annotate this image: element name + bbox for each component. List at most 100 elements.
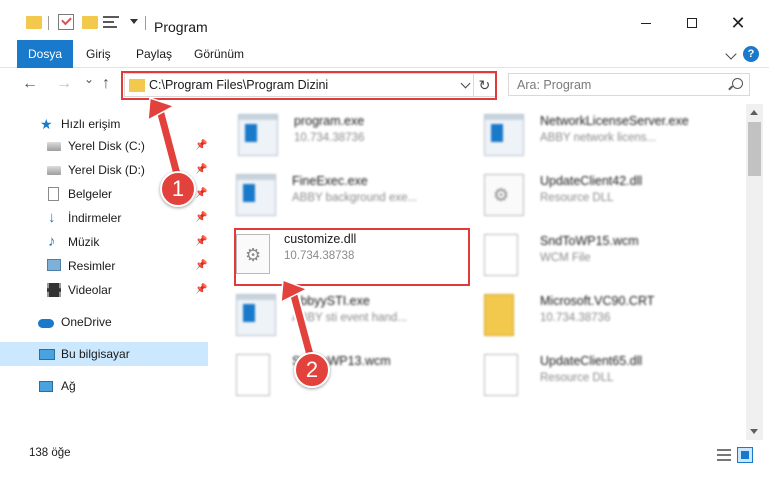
scroll-down-icon[interactable] — [750, 429, 758, 434]
file-detail: Resource DLL — [540, 372, 614, 384]
music-icon: ♪ — [48, 233, 56, 250]
sidebar-item-label: Hızlı erişim — [61, 117, 121, 131]
vertical-scrollbar[interactable] — [746, 104, 763, 440]
forward-arrow-icon[interactable]: → — [56, 75, 72, 93]
status-bar: 138 öğe — [0, 440, 769, 477]
file-item[interactable]: AbbyySTI.exe ABBY sti event hand... — [236, 288, 486, 344]
window-title: Program — [154, 19, 208, 35]
recent-locations-icon[interactable]: ⌄ — [84, 72, 94, 86]
documents-icon — [48, 187, 59, 201]
star-icon: ★ — [40, 116, 53, 132]
address-highlight-box — [121, 71, 497, 100]
help-icon[interactable]: ? — [743, 46, 759, 62]
file-item[interactable]: FineExec.exe ABBY background exe... — [236, 168, 486, 224]
videos-icon — [47, 283, 61, 297]
file-name: FineExec.exe — [292, 174, 368, 188]
sidebar-item-network[interactable]: Ağ — [0, 374, 208, 398]
file-item[interactable]: SndToWP13.wcm — [236, 348, 486, 404]
minimize-button[interactable] — [623, 8, 669, 38]
close-icon: ✕ — [730, 12, 746, 33]
sidebar-item-pictures[interactable]: Resimler 📌 — [0, 254, 208, 278]
file-detail: ABBY network licens... — [540, 132, 657, 144]
dll-file-icon — [484, 174, 524, 216]
file-name: Microsoft.VC90.CRT — [540, 294, 655, 308]
sidebar-item-videos[interactable]: Videolar 📌 — [0, 278, 208, 302]
customize-toolbar-icon[interactable] — [103, 15, 119, 29]
tab-home[interactable]: Giriş — [86, 40, 111, 68]
file-name: UpdateClient65.dll — [540, 354, 643, 368]
sidebar-item-quick-access[interactable]: ★ Hızlı erişim — [0, 112, 208, 136]
exe-file-icon — [236, 174, 276, 216]
pin-icon[interactable]: 📌 — [195, 188, 207, 199]
sidebar-item-label: İndirmeler — [68, 211, 122, 225]
exe-file-icon — [236, 294, 276, 336]
folder-icon — [26, 16, 42, 29]
sidebar-item-label: Resimler — [68, 259, 116, 273]
file-name: SndToWP15.wcm — [540, 234, 639, 248]
file-name: NetworkLicenseServer.exe — [540, 114, 689, 128]
expand-ribbon-icon[interactable] — [725, 48, 737, 60]
sidebar-item-label: Müzik — [68, 235, 100, 249]
navigation-pane: ★ Hızlı erişim Yerel Disk (C:) 📌 Yerel D… — [0, 104, 212, 440]
pin-icon[interactable]: 📌 — [195, 260, 207, 271]
pin-icon[interactable]: 📌 — [195, 236, 207, 247]
onedrive-icon — [38, 319, 54, 328]
file-item[interactable]: UpdateClient42.dll Resource DLL — [484, 168, 734, 224]
file-name: program.exe — [294, 114, 365, 128]
details-view-icon[interactable] — [717, 449, 731, 461]
file-item[interactable]: SndToWP15.wcm WCM File — [484, 228, 734, 284]
sidebar-item-label: Bu bilgisayar — [61, 347, 130, 361]
up-arrow-icon[interactable]: ↑ — [102, 75, 110, 93]
large-icons-view-icon[interactable] — [737, 447, 753, 463]
file-icon — [484, 234, 518, 276]
sidebar-item-this-pc[interactable]: Bu bilgisayar — [0, 342, 208, 366]
pin-icon[interactable]: 📌 — [195, 284, 207, 295]
file-item[interactable]: UpdateClient65.dll Resource DLL — [484, 348, 734, 404]
file-icon — [236, 354, 270, 396]
step-1-badge: 1 — [160, 171, 196, 207]
file-name: UpdateClient42.dll — [540, 174, 643, 188]
maximize-icon — [687, 18, 697, 28]
search-box[interactable]: Ara: Program — [508, 73, 750, 96]
sidebar-item-onedrive[interactable]: OneDrive — [0, 310, 208, 334]
pin-icon[interactable]: 📌 — [195, 140, 207, 151]
file-detail: WCM File — [540, 252, 591, 264]
sidebar-item-label: OneDrive — [61, 315, 112, 329]
file-highlight-box — [234, 228, 470, 286]
step-2-badge: 2 — [294, 352, 330, 388]
properties-check-icon[interactable] — [58, 14, 74, 30]
tab-file[interactable]: Dosya — [17, 40, 73, 68]
new-folder-icon[interactable] — [82, 16, 98, 29]
title-bar: Program ✕ — [0, 0, 769, 40]
disk-icon — [47, 166, 61, 175]
tab-share[interactable]: Paylaş — [136, 40, 172, 68]
file-item[interactable]: program.exe 10.734.38736 — [238, 108, 488, 164]
search-icon[interactable] — [732, 78, 743, 89]
sidebar-item-label: Ağ — [61, 379, 76, 393]
minimize-icon — [641, 22, 651, 24]
scroll-up-icon[interactable] — [750, 110, 758, 115]
sidebar-item-local-disk-c[interactable]: Yerel Disk (C:) 📌 — [0, 134, 208, 158]
sidebar-item-music[interactable]: ♪ Müzik 📌 — [0, 230, 208, 254]
exe-file-icon — [484, 114, 524, 156]
pin-icon[interactable]: 📌 — [195, 212, 207, 223]
file-name: AbbyySTI.exe — [292, 294, 370, 308]
close-button[interactable]: ✕ — [715, 8, 761, 38]
network-icon — [39, 381, 53, 392]
toolbar-separator — [48, 16, 49, 30]
quick-access-dropdown-icon[interactable] — [130, 19, 138, 24]
item-count: 138 öğe — [29, 447, 71, 459]
scroll-thumb[interactable] — [748, 122, 761, 176]
maximize-button[interactable] — [669, 8, 715, 38]
tab-view[interactable]: Görünüm — [194, 40, 244, 68]
file-item[interactable]: Microsoft.VC90.CRT 10.734.38736 — [484, 288, 734, 344]
ribbon-tabs: Dosya Giriş Paylaş Görünüm ? — [0, 40, 769, 68]
back-arrow-icon[interactable]: ← — [22, 75, 38, 93]
sidebar-item-downloads[interactable]: ↓ İndirmeler 📌 — [0, 206, 208, 230]
sidebar-item-label: Yerel Disk (C:) — [68, 139, 145, 153]
file-detail: ABBY sti event hand... — [292, 312, 407, 324]
pin-icon[interactable]: 📌 — [195, 164, 207, 175]
file-detail: 10.734.38736 — [294, 132, 365, 144]
file-item[interactable]: NetworkLicenseServer.exe ABBY network li… — [484, 108, 734, 164]
file-icon — [484, 354, 518, 396]
